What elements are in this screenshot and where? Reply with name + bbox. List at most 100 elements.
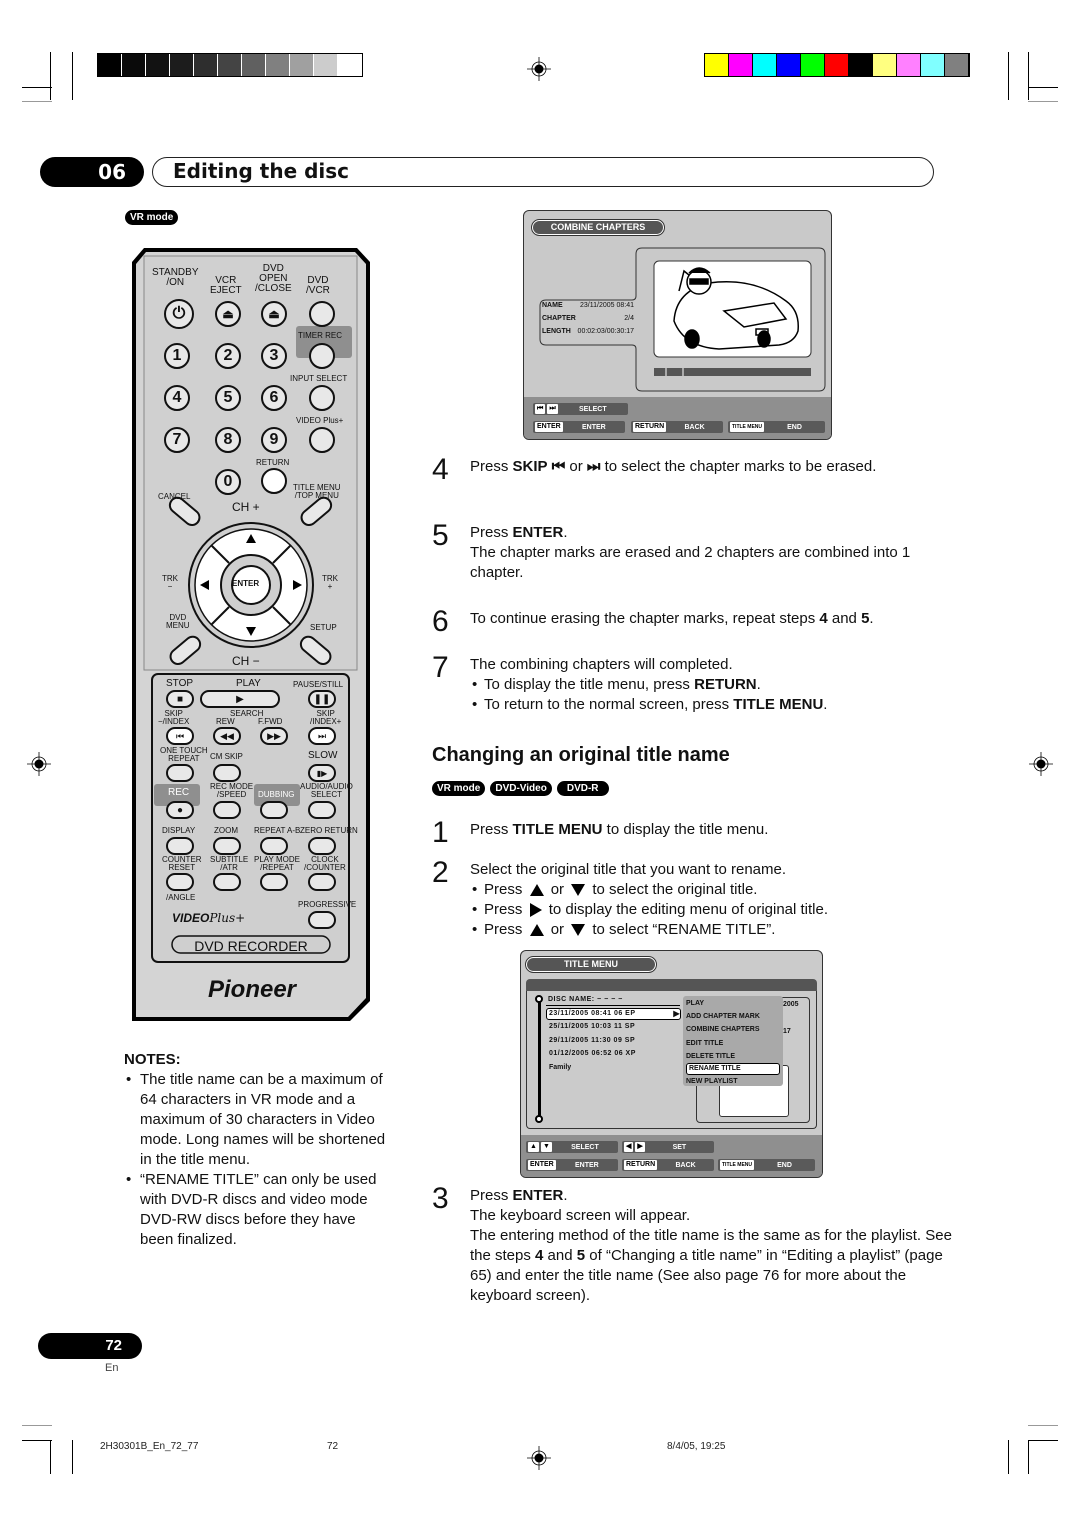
- timer-rec-button[interactable]: [309, 343, 335, 369]
- note-item: The title name can be a maximum of 64 ch…: [124, 1070, 389, 1170]
- label-vcr-eject: VCR EJECT: [210, 275, 242, 296]
- context-menu: PLAY ADD CHAPTER MARK COMBINE CHAPTERS E…: [683, 996, 783, 1086]
- cm-skip-button[interactable]: [213, 764, 241, 782]
- vcr-eject-button[interactable]: ⏏: [215, 301, 241, 327]
- digit-1-button[interactable]: 1: [164, 343, 190, 369]
- scrollbar[interactable]: [538, 998, 541, 1117]
- play-mode-button[interactable]: [260, 873, 288, 891]
- label-repeat-ab: REPEAT A-B: [254, 826, 301, 835]
- digit-9-button[interactable]: 9: [261, 427, 287, 453]
- rename-step-2-bullet: Press or to select the original title.: [470, 880, 950, 900]
- label-ch-minus: CH −: [232, 654, 260, 668]
- info-row-name: NAME 23/11/2005 08:41: [542, 302, 634, 309]
- return-button[interactable]: [261, 468, 287, 494]
- enter-button[interactable]: ENTER: [232, 580, 259, 588]
- zoom-button[interactable]: [213, 837, 241, 855]
- dvd-r-badge: DVD-R: [556, 781, 609, 796]
- label-ch-plus: CH +: [232, 500, 260, 514]
- digit-7-button[interactable]: 7: [164, 427, 190, 453]
- key-return: RETURN BACK: [631, 421, 723, 433]
- skip-icons: ⏭: [547, 404, 558, 414]
- display-button[interactable]: [166, 837, 194, 855]
- rec-mode-button[interactable]: [213, 801, 241, 819]
- color-swatch: [314, 54, 338, 76]
- menu-item-combine-chapters[interactable]: COMBINE CHAPTERS: [686, 1023, 780, 1036]
- info-row-length: LENGTH 00:02:03/00:30:17: [542, 328, 634, 335]
- down-arrow-icon: ▼: [540, 1142, 552, 1152]
- product-label: DVD RECORDER: [194, 938, 308, 954]
- step-7-bullet: To return to the normal screen, press TI…: [470, 695, 950, 715]
- up-arrow-icon: [529, 924, 544, 937]
- skip-back-button[interactable]: ⏮: [166, 727, 194, 745]
- key-guide: ▲ ▼ SELECT ◀ ▶ SET ENTER ENTER RETURN BACK TIT…: [521, 1135, 822, 1177]
- stop-button[interactable]: ■: [166, 690, 194, 708]
- subtitle-button[interactable]: [213, 873, 241, 891]
- digit-0-button[interactable]: 0: [215, 469, 241, 495]
- play-button[interactable]: ▶: [200, 690, 280, 708]
- label-rew: REW: [216, 717, 235, 726]
- clock-counter-button[interactable]: [308, 873, 336, 891]
- up-arrow-icon: ▲: [528, 1142, 539, 1152]
- label-display: DISPLAY: [162, 826, 196, 835]
- standby-button[interactable]: ⏻: [164, 299, 194, 329]
- fast-forward-icon: ▶▶: [267, 730, 281, 741]
- digit-4-button[interactable]: 4: [164, 385, 190, 411]
- scroll-up-icon[interactable]: [535, 995, 543, 1003]
- title-row[interactable]: 25/11/2005 10:03 11 SP: [546, 1020, 681, 1034]
- menu-item-edit-title[interactable]: EDIT TITLE: [686, 1037, 780, 1050]
- title-list: 23/11/2005 08:41 06 EP ▶ 25/11/2005 10:03…: [546, 1008, 681, 1074]
- rec-button[interactable]: ●: [166, 801, 194, 819]
- digit-5-button[interactable]: 5: [215, 385, 241, 411]
- dvd-open-close-button[interactable]: ⏏: [261, 301, 287, 327]
- digit-3-button[interactable]: 3: [261, 343, 287, 369]
- up-arrow-icon: [529, 884, 544, 897]
- rewind-button[interactable]: ◀◀: [213, 727, 241, 745]
- dubbing-button[interactable]: [260, 801, 288, 819]
- label-counter-reset: COUNTER RESET: [162, 855, 202, 872]
- pause-button[interactable]: ❚❚: [308, 690, 336, 708]
- info-row-chapter: CHAPTER 2/4: [542, 315, 634, 322]
- digit-8-button[interactable]: 8: [215, 427, 241, 453]
- skip-forward-icon: ⏭: [586, 458, 601, 475]
- label-dvd-vcr: DVD/VCR: [306, 275, 330, 296]
- title-row[interactable]: 01/12/2005 06:52 06 XP: [546, 1047, 681, 1061]
- skip-forward-button[interactable]: ⏭: [308, 727, 336, 745]
- label-title-menu: TITLE MENU/TOP MENU: [293, 483, 341, 500]
- right-arrow-icon: ▶: [635, 1142, 645, 1152]
- color-swatch: [98, 54, 122, 76]
- scroll-down-icon[interactable]: [535, 1115, 543, 1123]
- color-swatch: [242, 54, 266, 76]
- menu-item-rename-title[interactable]: RENAME TITLE: [686, 1063, 780, 1076]
- zero-return-button[interactable]: [308, 837, 336, 855]
- menu-item-new-playlist[interactable]: NEW PLAYLIST: [686, 1075, 780, 1088]
- color-swatch: [777, 54, 801, 76]
- fast-forward-button[interactable]: ▶▶: [260, 727, 288, 745]
- chapter-title: Editing the disc: [152, 157, 934, 187]
- down-arrow-icon: [571, 924, 586, 937]
- registration-mark-icon: [1029, 752, 1053, 776]
- one-touch-repeat-button[interactable]: [166, 764, 194, 782]
- input-select-button[interactable]: [309, 385, 335, 411]
- digit-6-button[interactable]: 6: [261, 385, 287, 411]
- key-skip-select: ⏮ ⏭ SELECT: [533, 403, 628, 415]
- menu-item-add-chapter-mark[interactable]: ADD CHAPTER MARK: [686, 1010, 780, 1023]
- slow-button[interactable]: ▮▶: [308, 764, 336, 782]
- digit-2-button[interactable]: 2: [215, 343, 241, 369]
- counter-reset-button[interactable]: [166, 873, 194, 891]
- progressive-button[interactable]: [308, 911, 336, 929]
- color-swatch: [825, 54, 849, 76]
- color-swatch: [753, 54, 777, 76]
- menu-item-delete-title[interactable]: DELETE TITLE: [686, 1050, 780, 1063]
- menu-item-play[interactable]: PLAY: [686, 997, 780, 1010]
- title-row[interactable]: 29/11/2005 11:30 09 SP: [546, 1034, 681, 1048]
- dvd-vcr-button[interactable]: [309, 301, 335, 327]
- label-rec: REC: [168, 787, 190, 798]
- repeat-ab-button[interactable]: [260, 837, 288, 855]
- label-play-mode: PLAY MODE/REPEAT: [254, 855, 300, 872]
- audio-select-button[interactable]: [308, 801, 336, 819]
- title-row-selected[interactable]: 23/11/2005 08:41 06 EP ▶: [546, 1008, 681, 1020]
- mode-badges: VR mode DVD-Video DVD-R: [432, 781, 609, 796]
- partial-date: 2005: [783, 1001, 799, 1008]
- video-plus-button[interactable]: [309, 427, 335, 453]
- title-row[interactable]: Family: [546, 1061, 681, 1075]
